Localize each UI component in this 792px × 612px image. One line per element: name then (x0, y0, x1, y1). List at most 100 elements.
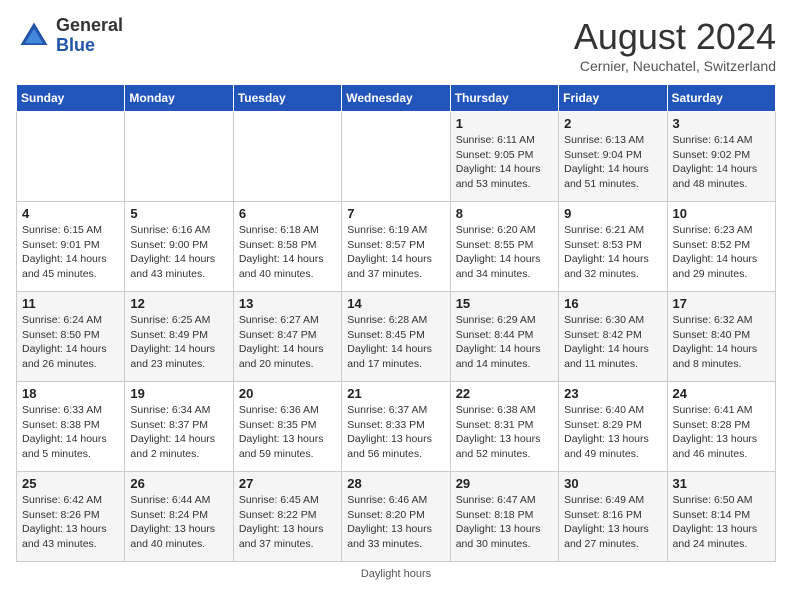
day-info: Sunrise: 6:24 AM Sunset: 8:50 PM Dayligh… (22, 313, 119, 372)
calendar-cell: 14Sunrise: 6:28 AM Sunset: 8:45 PM Dayli… (342, 292, 450, 382)
day-number: 18 (22, 386, 119, 401)
day-info: Sunrise: 6:50 AM Sunset: 8:14 PM Dayligh… (673, 493, 770, 552)
footer-note: Daylight hours (16, 568, 776, 580)
logo-text: General Blue (56, 16, 123, 56)
day-info: Sunrise: 6:21 AM Sunset: 8:53 PM Dayligh… (564, 223, 661, 282)
day-info: Sunrise: 6:30 AM Sunset: 8:42 PM Dayligh… (564, 313, 661, 372)
day-info: Sunrise: 6:33 AM Sunset: 8:38 PM Dayligh… (22, 403, 119, 462)
day-number: 3 (673, 116, 770, 131)
calendar-cell: 27Sunrise: 6:45 AM Sunset: 8:22 PM Dayli… (233, 472, 341, 562)
calendar-day-header: Monday (125, 85, 233, 112)
logo-general-text: General (56, 15, 123, 35)
day-number: 9 (564, 206, 661, 221)
day-number: 21 (347, 386, 444, 401)
calendar-day-header: Tuesday (233, 85, 341, 112)
day-number: 31 (673, 476, 770, 491)
day-info: Sunrise: 6:49 AM Sunset: 8:16 PM Dayligh… (564, 493, 661, 552)
day-number: 10 (673, 206, 770, 221)
day-number: 23 (564, 386, 661, 401)
calendar-week-row: 4Sunrise: 6:15 AM Sunset: 9:01 PM Daylig… (17, 202, 776, 292)
day-number: 29 (456, 476, 553, 491)
day-info: Sunrise: 6:20 AM Sunset: 8:55 PM Dayligh… (456, 223, 553, 282)
calendar-cell: 4Sunrise: 6:15 AM Sunset: 9:01 PM Daylig… (17, 202, 125, 292)
calendar-cell (342, 112, 450, 202)
calendar-cell: 10 Sunrise: 6:23 AM Sunset: 8:52 PM Dayli… (667, 202, 775, 292)
day-number: 27 (239, 476, 336, 491)
calendar-cell: 20 Sunrise: 6:36 AM Sunset: 8:35 PM Dayli… (233, 382, 341, 472)
calendar-cell: 25Sunrise: 6:42 AM Sunset: 8:26 PM Dayli… (17, 472, 125, 562)
calendar-cell: 2Sunrise: 6:13 AM Sunset: 9:04 PM Daylig… (559, 112, 667, 202)
calendar-cell: 9 Sunrise: 6:21 AM Sunset: 8:53 PM Daylig… (559, 202, 667, 292)
day-number: 7 (347, 206, 444, 221)
calendar-cell: 26 Sunrise: 6:44 AM Sunset: 8:24 PM Dayli… (125, 472, 233, 562)
day-number: 28 (347, 476, 444, 491)
day-info: Sunrise: 6:28 AM Sunset: 8:45 PM Dayligh… (347, 313, 444, 372)
calendar-header-row: SundayMondayTuesdayWednesdayThursdayFrid… (17, 85, 776, 112)
day-number: 17 (673, 296, 770, 311)
day-number: 24 (673, 386, 770, 401)
calendar-table: SundayMondayTuesdayWednesdayThursdayFrid… (16, 84, 776, 562)
day-info: Sunrise: 6:23 AM Sunset: 8:52 PM Dayligh… (673, 223, 770, 282)
calendar-cell: 30Sunrise: 6:49 AM Sunset: 8:16 PM Dayli… (559, 472, 667, 562)
calendar-cell: 31 Sunrise: 6:50 AM Sunset: 8:14 PM Dayli… (667, 472, 775, 562)
day-info: Sunrise: 6:47 AM Sunset: 8:18 PM Dayligh… (456, 493, 553, 552)
day-number: 25 (22, 476, 119, 491)
day-number: 16 (564, 296, 661, 311)
logo: General Blue (16, 16, 123, 56)
calendar-cell: 16 Sunrise: 6:30 AM Sunset: 8:42 PM Dayli… (559, 292, 667, 382)
day-number: 4 (22, 206, 119, 221)
title-area: August 2024 Cernier, Neuchatel, Switzerl… (574, 16, 776, 74)
calendar-cell: 13 Sunrise: 6:27 AM Sunset: 8:47 PM Dayli… (233, 292, 341, 382)
day-info: Sunrise: 6:19 AM Sunset: 8:57 PM Dayligh… (347, 223, 444, 282)
calendar-cell: 19 Sunrise: 6:34 AM Sunset: 8:37 PM Dayli… (125, 382, 233, 472)
page-header: General Blue August 2024 Cernier, Neucha… (16, 16, 776, 74)
day-info: Sunrise: 6:25 AM Sunset: 8:49 PM Dayligh… (130, 313, 227, 372)
month-title: August 2024 (574, 16, 776, 58)
day-info: Sunrise: 6:11 AM Sunset: 9:05 PM Dayligh… (456, 133, 553, 192)
calendar-cell (17, 112, 125, 202)
day-number: 6 (239, 206, 336, 221)
day-info: Sunrise: 6:14 AM Sunset: 9:02 PM Dayligh… (673, 133, 770, 192)
day-info: Sunrise: 6:13 AM Sunset: 9:04 PM Dayligh… (564, 133, 661, 192)
day-number: 20 (239, 386, 336, 401)
day-number: 11 (22, 296, 119, 311)
day-number: 5 (130, 206, 227, 221)
calendar-day-header: Friday (559, 85, 667, 112)
day-number: 13 (239, 296, 336, 311)
day-info: Sunrise: 6:36 AM Sunset: 8:35 PM Dayligh… (239, 403, 336, 462)
day-info: Sunrise: 6:27 AM Sunset: 8:47 PM Dayligh… (239, 313, 336, 372)
calendar-day-header: Sunday (17, 85, 125, 112)
calendar-week-row: 11 Sunrise: 6:24 AM Sunset: 8:50 PM Dayli… (17, 292, 776, 382)
calendar-cell: 21 Sunrise: 6:37 AM Sunset: 8:33 PM Dayli… (342, 382, 450, 472)
day-info: Sunrise: 6:34 AM Sunset: 8:37 PM Dayligh… (130, 403, 227, 462)
calendar-cell: 15Sunrise: 6:29 AM Sunset: 8:44 PM Dayli… (450, 292, 558, 382)
calendar-cell: 23 Sunrise: 6:40 AM Sunset: 8:29 PM Dayli… (559, 382, 667, 472)
day-number: 22 (456, 386, 553, 401)
logo-blue-text: Blue (56, 35, 95, 55)
day-info: Sunrise: 6:38 AM Sunset: 8:31 PM Dayligh… (456, 403, 553, 462)
day-info: Sunrise: 6:46 AM Sunset: 8:20 PM Dayligh… (347, 493, 444, 552)
day-info: Sunrise: 6:16 AM Sunset: 9:00 PM Dayligh… (130, 223, 227, 282)
day-number: 12 (130, 296, 227, 311)
day-number: 26 (130, 476, 227, 491)
day-number: 1 (456, 116, 553, 131)
calendar-cell: 8Sunrise: 6:20 AM Sunset: 8:55 PM Daylig… (450, 202, 558, 292)
day-number: 19 (130, 386, 227, 401)
calendar-cell: 22 Sunrise: 6:38 AM Sunset: 8:31 PM Dayli… (450, 382, 558, 472)
day-info: Sunrise: 6:18 AM Sunset: 8:58 PM Dayligh… (239, 223, 336, 282)
day-info: Sunrise: 6:44 AM Sunset: 8:24 PM Dayligh… (130, 493, 227, 552)
day-info: Sunrise: 6:32 AM Sunset: 8:40 PM Dayligh… (673, 313, 770, 372)
calendar-cell: 3 Sunrise: 6:14 AM Sunset: 9:02 PM Daylig… (667, 112, 775, 202)
calendar-day-header: Saturday (667, 85, 775, 112)
calendar-cell (125, 112, 233, 202)
calendar-cell: 1 Sunrise: 6:11 AM Sunset: 9:05 PM Daylig… (450, 112, 558, 202)
calendar-cell: 28 Sunrise: 6:46 AM Sunset: 8:20 PM Dayli… (342, 472, 450, 562)
day-info: Sunrise: 6:29 AM Sunset: 8:44 PM Dayligh… (456, 313, 553, 372)
logo-icon (16, 18, 52, 54)
calendar-cell: 18 Sunrise: 6:33 AM Sunset: 8:38 PM Dayli… (17, 382, 125, 472)
calendar-day-header: Thursday (450, 85, 558, 112)
day-info: Sunrise: 6:37 AM Sunset: 8:33 PM Dayligh… (347, 403, 444, 462)
day-info: Sunrise: 6:41 AM Sunset: 8:28 PM Dayligh… (673, 403, 770, 462)
calendar-cell: 29 Sunrise: 6:47 AM Sunset: 8:18 PM Dayli… (450, 472, 558, 562)
day-info: Sunrise: 6:40 AM Sunset: 8:29 PM Dayligh… (564, 403, 661, 462)
